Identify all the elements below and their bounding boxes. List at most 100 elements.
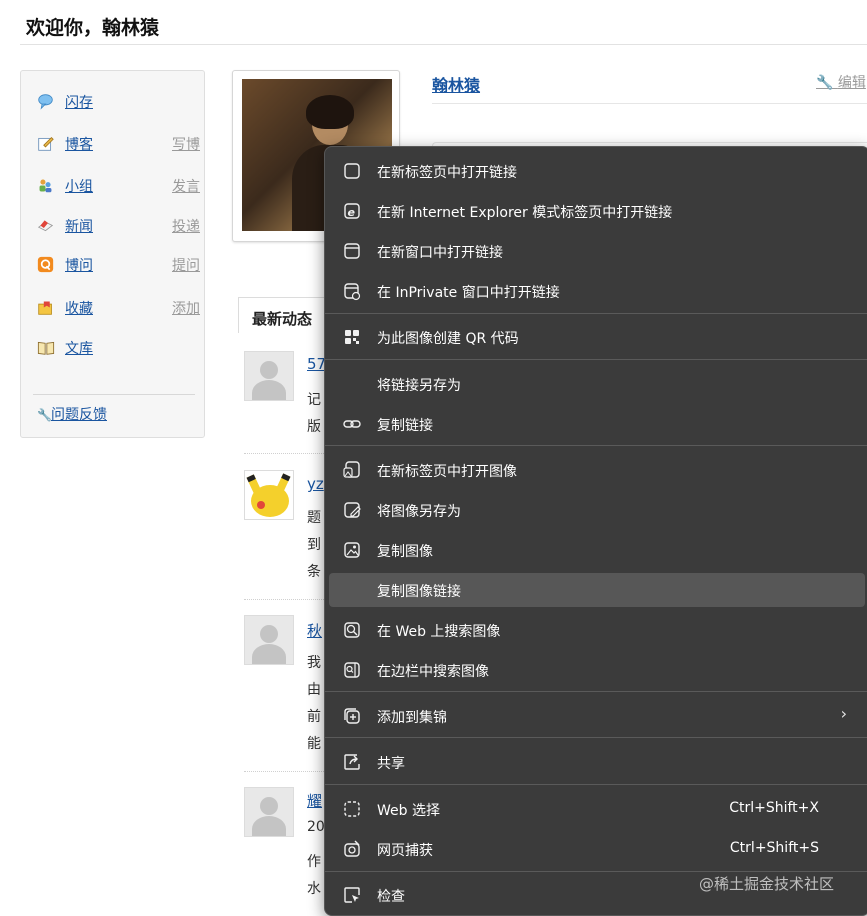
collections-icon — [342, 706, 362, 726]
menu-item-label: 在新标签页中打开链接 — [377, 165, 517, 181]
menu-item-label: 为此图像创建 QR 代码 — [377, 331, 519, 347]
menu-open-link-inprivate[interactable]: 在 InPrivate 窗口中打开链接 — [329, 274, 865, 308]
menu-web-capture[interactable]: 网页捕获 Ctrl+Shift+S — [329, 832, 865, 866]
menu-separator — [325, 784, 867, 785]
feed-item-text: 水 — [307, 881, 321, 897]
menu-separator — [325, 445, 867, 446]
feed-item-text: 我 — [307, 655, 321, 671]
sidebar-divider — [33, 394, 195, 395]
svg-text:e: e — [348, 206, 356, 219]
sidebar-item-label[interactable]: 博问 — [65, 255, 93, 275]
sidebar-item-question[interactable]: 博问 提问 — [37, 255, 200, 275]
menu-copy-image[interactable]: 复制图像 — [329, 533, 865, 567]
sidebar-item-label[interactable]: 博客 — [65, 134, 93, 154]
wrench-icon: 🔧 — [816, 75, 838, 91]
menu-open-link-new-tab[interactable]: 在新标签页中打开链接 — [329, 154, 865, 188]
menu-copy-link[interactable]: 复制链接 — [329, 407, 865, 441]
feed-item-title[interactable]: yz — [307, 475, 324, 493]
menu-item-label: 复制图像链接 — [377, 584, 461, 600]
inspect-icon — [342, 885, 362, 905]
news-icon — [37, 217, 54, 234]
menu-open-image-new-tab[interactable]: 在新标签页中打开图像 — [329, 453, 865, 487]
copy-image-icon — [342, 540, 362, 560]
menu-web-select[interactable]: Web 选择 Ctrl+Shift+X — [329, 792, 865, 826]
menu-share[interactable]: 共享 — [329, 745, 865, 779]
user-avatar-placeholder[interactable] — [244, 787, 294, 837]
avatar-hair — [306, 95, 354, 129]
menu-open-link-new-window[interactable]: 在新窗口中打开链接 — [329, 234, 865, 268]
menu-separator — [325, 871, 867, 872]
internet-explorer-icon: e — [342, 201, 362, 221]
menu-create-qr-code[interactable]: 为此图像创建 QR 代码 — [329, 320, 865, 354]
menu-open-link-ie-tab[interactable]: e 在新 Internet Explorer 模式标签页中打开链接 — [329, 194, 865, 228]
menu-item-label: 检查 — [377, 889, 405, 905]
sidebar-item-blog[interactable]: 博客 写博 — [37, 134, 200, 154]
shortcut-label: Ctrl+Shift+X — [729, 800, 819, 816]
profile-divider — [432, 103, 867, 104]
write-blog-link[interactable]: 写博 — [172, 134, 200, 154]
sidebar-item-label[interactable]: 收藏 — [65, 298, 93, 318]
menu-search-image-sidebar[interactable]: 在边栏中搜索图像 — [329, 653, 865, 687]
menu-search-image-web[interactable]: 在 Web 上搜索图像 — [329, 613, 865, 647]
chevron-right-icon: › — [840, 704, 847, 723]
link-icon — [342, 414, 362, 434]
page-title: 欢迎你，翰林猿 — [26, 17, 160, 39]
sidebar-item-library[interactable]: 文库 — [37, 338, 197, 358]
new-tab-icon — [342, 161, 362, 181]
open-image-tab-icon — [342, 460, 362, 480]
menu-item-label: 在 Web 上搜索图像 — [377, 624, 501, 640]
menu-item-label: 在新 Internet Explorer 模式标签页中打开链接 — [377, 205, 673, 221]
sidebar-item-news[interactable]: 新闻 投递 — [37, 216, 200, 236]
feed-item-title[interactable]: 耀 — [307, 790, 322, 811]
edit-profile-link[interactable]: 🔧 编辑 — [816, 72, 866, 92]
sidebar-item-label[interactable]: 闪存 — [65, 92, 93, 112]
sidebar-item-favorites[interactable]: 收藏 添加 — [37, 298, 200, 318]
user-avatar-placeholder[interactable] — [244, 615, 294, 665]
menu-item-label: 在 InPrivate 窗口中打开链接 — [377, 285, 560, 301]
profile-name-link[interactable]: 翰林猿 — [432, 72, 480, 96]
menu-separator — [325, 313, 867, 314]
add-favorite-link[interactable]: 添加 — [172, 298, 200, 318]
sidebar-item-group[interactable]: 小组 发言 — [37, 176, 200, 196]
menu-item-label: 添加到集锦 — [377, 710, 447, 726]
menu-save-link-as[interactable]: 将链接另存为 — [329, 367, 865, 401]
menu-item-label: 复制链接 — [377, 418, 433, 434]
menu-copy-image-link[interactable]: 复制图像链接 — [329, 573, 865, 607]
feed-item-text: 记 — [307, 392, 321, 408]
post-link[interactable]: 发言 — [172, 176, 200, 196]
feed-item-text: 到 — [307, 537, 321, 553]
menu-item-label: Web 选择 — [377, 803, 440, 819]
menu-add-to-collections[interactable]: 添加到集锦 › — [329, 699, 865, 733]
book-icon — [37, 339, 55, 356]
user-avatar-placeholder[interactable] — [244, 351, 294, 401]
feed-divider — [244, 771, 334, 773]
feed-item-text: 前 — [307, 709, 321, 725]
sidebar-item-label[interactable]: 新闻 — [65, 216, 93, 236]
tab-latest-activity[interactable]: 最新动态 — [238, 297, 330, 333]
sidebar-item-label[interactable]: 文库 — [65, 338, 93, 358]
shortcut-label: Ctrl+Shift+S — [729, 840, 819, 856]
submit-news-link[interactable]: 投递 — [172, 216, 200, 236]
sidebar-item-label[interactable]: 小组 — [65, 176, 93, 196]
web-capture-icon — [342, 839, 362, 859]
feed-item-text: 由 — [307, 682, 321, 698]
feedback-label[interactable]: 问题反馈 — [51, 407, 107, 423]
qr-code-icon — [342, 327, 362, 347]
menu-save-image-as[interactable]: 将图像另存为 — [329, 493, 865, 527]
feed-item-text: 题 — [307, 510, 321, 526]
share-icon — [342, 752, 362, 772]
pikachu-avatar[interactable] — [244, 470, 294, 520]
feed-item-title[interactable]: 秋 — [307, 620, 322, 641]
menu-item-label: 在新标签页中打开图像 — [377, 464, 517, 480]
q-icon — [37, 256, 54, 273]
menu-item-label: 复制图像 — [377, 544, 433, 560]
favorite-icon — [37, 299, 54, 316]
feed-item-text: 作 — [307, 854, 321, 870]
sidebar-item-flash[interactable]: 闪存 — [37, 92, 197, 112]
speech-bubble-icon — [37, 93, 54, 110]
new-window-icon — [342, 241, 362, 261]
feedback-link[interactable]: 🔧问题反馈 — [37, 404, 107, 424]
ask-question-link[interactable]: 提问 — [172, 255, 200, 275]
feed-item-text: 版 — [307, 419, 321, 435]
edit-label[interactable]: 编辑 — [838, 75, 866, 91]
